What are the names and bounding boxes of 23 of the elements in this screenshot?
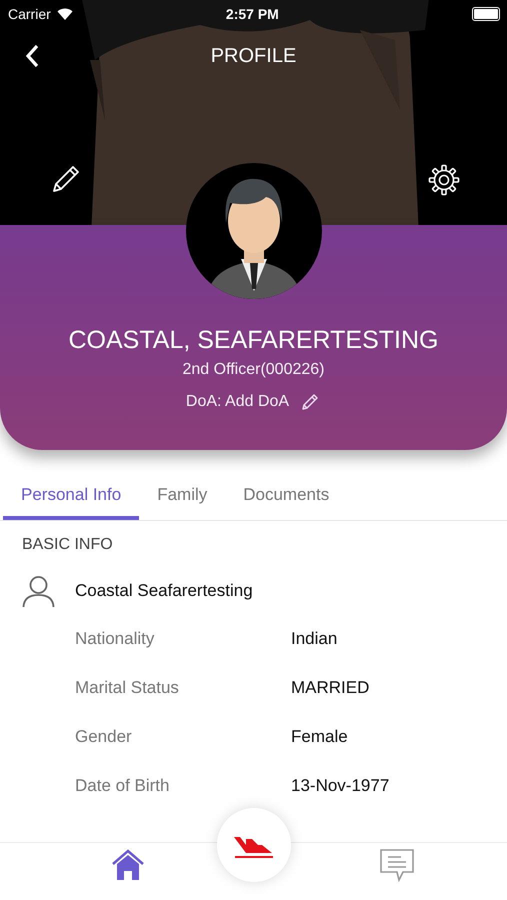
section-heading: BASIC INFO — [22, 536, 114, 555]
profile-rank: 2nd Officer(000226) — [182, 361, 324, 379]
field-label: Gender — [75, 726, 133, 746]
field-value: Female — [291, 726, 348, 746]
settings-button[interactable] — [427, 163, 461, 197]
field-label: Marital Status — [75, 678, 180, 698]
status-time: 2:57 PM — [226, 6, 279, 22]
field-label: Date of Birth — [75, 776, 170, 796]
profile-name: COASTAL, SEAFARERTESTING — [68, 325, 438, 355]
field-value: Indian — [291, 628, 338, 648]
tab[interactable]: Personal Info — [3, 476, 140, 520]
field-value: 13-Nov-1977 — [291, 776, 390, 796]
wifi-icon — [56, 8, 73, 20]
screen-title: PROFILE — [210, 44, 296, 68]
person-icon — [22, 574, 55, 608]
carrier-label: Carrier — [8, 6, 51, 22]
battery-icon — [472, 7, 500, 21]
field-value: MARRIED — [291, 678, 370, 698]
tab[interactable]: Documents — [225, 476, 348, 520]
tab[interactable]: Family — [139, 476, 226, 520]
doa-label: DoA: Add DoA — [186, 393, 290, 411]
field-label: Nationality — [75, 628, 156, 648]
full-name: Coastal Seafarertesting — [75, 581, 253, 601]
